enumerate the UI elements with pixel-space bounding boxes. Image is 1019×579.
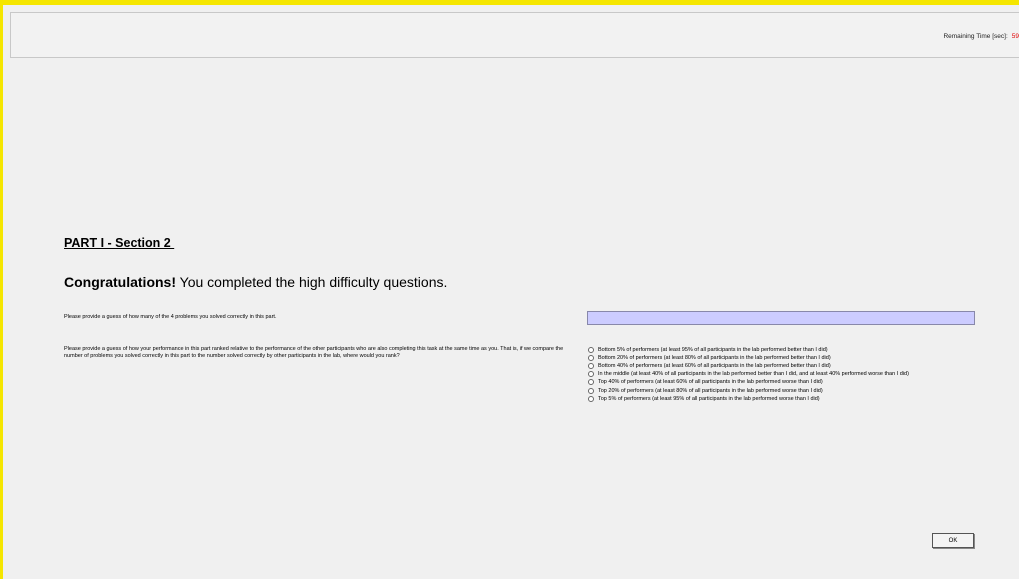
rank-option-label: Bottom 5% of performers (at least 95% of… [598, 347, 828, 354]
rank-option-label: Top 20% of performers (at least 80% of a… [598, 387, 823, 394]
rank-option[interactable]: Bottom 20% of performers (at least 80% o… [588, 354, 909, 362]
header-panel: Remaining Time [sec]: 59 [10, 12, 1019, 58]
window-frame-left [0, 0, 3, 579]
radio-button[interactable] [588, 395, 594, 402]
congrats-heading: Congratulations! You completed the high … [64, 274, 447, 290]
solved-count-input[interactable] [587, 311, 975, 325]
radio-button[interactable] [588, 347, 594, 354]
question-solved-count: Please provide a guess of how many of th… [64, 314, 277, 320]
congrats-bold: Congratulations! [64, 274, 176, 290]
rank-option-label: Bottom 40% of performers (at least 60% o… [598, 363, 831, 370]
remaining-time: Remaining Time [sec]: 59 [943, 33, 1019, 40]
question-rank: Please provide a guess of how your perfo… [64, 346, 564, 359]
rank-option[interactable]: Top 5% of performers (at least 95% of al… [588, 395, 909, 403]
rank-options: Bottom 5% of performers (at least 95% of… [588, 346, 909, 403]
rank-option[interactable]: Top 20% of performers (at least 80% of a… [588, 386, 909, 394]
ok-button[interactable]: OK [932, 533, 974, 548]
radio-button[interactable] [588, 363, 594, 370]
remaining-time-label: Remaining Time [sec]: [943, 33, 1008, 40]
rank-option-label: Top 5% of performers (at least 95% of al… [598, 395, 820, 402]
rank-option[interactable]: Top 40% of performers (at least 60% of a… [588, 378, 909, 386]
radio-button[interactable] [588, 355, 594, 362]
congrats-text: You completed the high difficulty questi… [176, 274, 448, 290]
rank-option[interactable]: Bottom 5% of performers (at least 95% of… [588, 346, 909, 354]
rank-option[interactable]: Bottom 40% of performers (at least 60% o… [588, 362, 909, 370]
rank-option-label: In the middle (at least 40% of all parti… [598, 371, 909, 378]
window-frame-top [0, 0, 1019, 5]
rank-option-label: Bottom 20% of performers (at least 80% o… [598, 355, 831, 362]
section-title: PART I - Section 2 [64, 236, 175, 250]
radio-button[interactable] [588, 379, 594, 386]
rank-option[interactable]: In the middle (at least 40% of all parti… [588, 370, 909, 378]
rank-option-label: Top 40% of performers (at least 60% of a… [598, 379, 823, 386]
radio-button[interactable] [588, 387, 594, 394]
radio-button[interactable] [588, 371, 594, 378]
remaining-time-value: 59 [1011, 33, 1019, 40]
